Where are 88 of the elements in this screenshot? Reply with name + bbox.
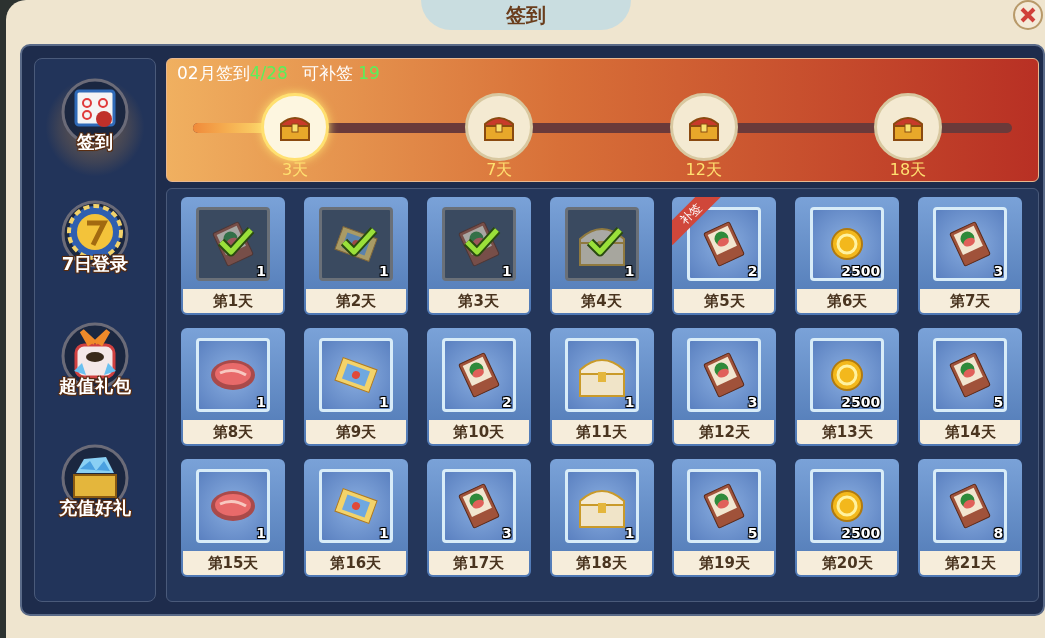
item-count: 1 (256, 526, 266, 540)
milestone-label: 3天 (281, 161, 309, 178)
reward-slot[interactable]: 8 第21天 (918, 459, 1023, 577)
day-label: 第2天 (305, 289, 406, 313)
day-label: 第12天 (674, 420, 775, 444)
reward-slot[interactable]: 2500 第20天 (795, 459, 900, 577)
item-count: 1 (379, 395, 389, 409)
day-label: 第10天 (428, 420, 529, 444)
day-label: 第8天 (183, 420, 283, 444)
close-icon (1020, 7, 1036, 23)
item-count: 1 (624, 526, 635, 540)
item-count: 1 (624, 395, 635, 409)
sidebar-tab[interactable]: 签到 (45, 77, 145, 177)
reward-slot[interactable]: 5 第19天 (672, 459, 777, 577)
milestone-reward[interactable] (261, 92, 329, 161)
checkmark-icon (585, 226, 624, 258)
milestone-label: 12天 (685, 161, 722, 178)
reward-slot[interactable]: 1 第4天 (549, 197, 654, 315)
tab-label: 7日登录 (61, 255, 129, 273)
reward-slot[interactable]: 2 第10天 (426, 328, 531, 446)
reward-slot[interactable]: 1 第1天 (181, 197, 285, 315)
reward-slot[interactable]: 2 补签 第5天 (672, 197, 777, 315)
item-count: 3 (747, 395, 758, 409)
item-count: 5 (993, 395, 1004, 409)
reward-slot[interactable]: 3 第12天 (672, 328, 777, 446)
checkmark-icon (462, 226, 501, 258)
day-label: 第21天 (920, 551, 1021, 575)
item-count: 2500 (841, 264, 881, 278)
close-button[interactable] (1013, 0, 1043, 30)
tab-label: 签到 (77, 133, 113, 151)
item-count: 1 (624, 264, 635, 278)
sidebar-tab[interactable]: 7日登录 (45, 199, 145, 299)
coin-icon (830, 489, 865, 523)
item-count: 3 (501, 526, 512, 540)
day-label: 第7天 (920, 289, 1021, 313)
tab-label: 充值好礼 (59, 499, 131, 517)
item-count: 1 (379, 526, 389, 540)
coin-icon (830, 358, 865, 392)
item-count: 2 (501, 395, 512, 409)
item-count: 5 (747, 526, 758, 540)
reward-slot[interactable]: 3 第17天 (426, 459, 531, 577)
item-count: 8 (993, 526, 1004, 540)
reward-slot[interactable]: 1 第15天 (181, 459, 285, 577)
reward-slot[interactable]: 3 第7天 (918, 197, 1023, 315)
day-label: 第14天 (920, 420, 1021, 444)
signed-count-text: 02月签到4/28 (177, 62, 288, 85)
day-label: 第17天 (428, 551, 529, 575)
item-count: 1 (256, 395, 266, 409)
day-label: 第11天 (551, 420, 652, 444)
item-count: 1 (256, 264, 266, 278)
milestone-label: 7天 (486, 161, 513, 178)
day-label: 第16天 (305, 551, 406, 575)
day-label: 第20天 (797, 551, 898, 575)
reward-slot[interactable]: 1 第3天 (426, 197, 531, 315)
reward-slot[interactable]: 1 第18天 (549, 459, 654, 577)
item-count: 1 (501, 264, 512, 278)
day-label: 第4天 (551, 289, 652, 313)
window-title: 签到 (420, 0, 631, 30)
reward-slot[interactable]: 2500 第13天 (795, 328, 900, 446)
item-count: 1 (379, 264, 389, 278)
reward-slot[interactable]: 1 第9天 (303, 328, 408, 446)
coin-icon (830, 227, 865, 261)
reward-slot[interactable]: 1 第16天 (303, 459, 408, 577)
checkmark-icon (339, 226, 378, 258)
item-count: 3 (993, 264, 1004, 278)
item-count: 2 (747, 264, 758, 278)
day-label: 第1天 (183, 289, 283, 313)
day-label: 第5天 (674, 289, 775, 313)
makeup-count-text: 可补签 19 (301, 62, 380, 85)
item-count: 2500 (841, 395, 881, 409)
day-label: 第13天 (797, 420, 898, 444)
reward-slot[interactable]: 5 第14天 (918, 328, 1023, 446)
item-count: 2500 (841, 526, 881, 540)
day-label: 第6天 (797, 289, 898, 313)
day-label: 第18天 (551, 551, 652, 575)
tab-label: 超值礼包 (59, 377, 131, 395)
sidebar-tab[interactable]: 超值礼包 (45, 321, 145, 421)
sidebar-tab[interactable]: 充值好礼 (45, 443, 145, 543)
day-label: 第3天 (428, 289, 529, 313)
checkmark-icon (217, 226, 255, 258)
day-label: 第15天 (183, 551, 283, 575)
reward-slot[interactable]: 1 第2天 (303, 197, 408, 315)
reward-slot[interactable]: 1 第11天 (549, 328, 654, 446)
day-label: 第9天 (305, 420, 406, 444)
reward-slot[interactable]: 2500 第6天 (795, 197, 900, 315)
reward-slot[interactable]: 1 第8天 (181, 328, 285, 446)
day-label: 第19天 (674, 551, 775, 575)
milestone-label: 18天 (889, 161, 927, 178)
